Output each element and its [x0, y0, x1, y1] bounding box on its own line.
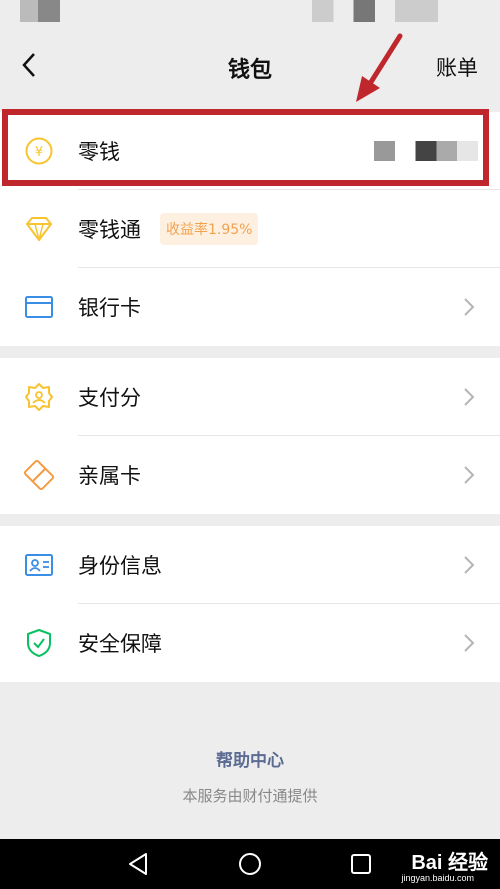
- watermark-url: jingyan.baidu.com: [401, 873, 474, 883]
- chevron-right-icon: [464, 466, 475, 484]
- family-card-icon: [23, 459, 55, 491]
- list-item-bank-card[interactable]: 银行卡: [0, 268, 500, 346]
- chevron-right-icon: [464, 388, 475, 406]
- help-center-link[interactable]: 帮助中心: [0, 746, 500, 771]
- status-redacted-left: [20, 0, 60, 22]
- list-item-pay-score[interactable]: 支付分: [0, 358, 500, 436]
- pay-score-icon: [23, 381, 55, 413]
- security-group: 身份信息 安全保障: [0, 526, 500, 682]
- list-item-identity[interactable]: 身份信息: [0, 526, 500, 604]
- yield-rate-badge: 收益率1.95%: [160, 213, 259, 245]
- services-group: 支付分 亲属卡: [0, 358, 500, 514]
- page-title: 钱包: [227, 58, 272, 83]
- list-item-label: 安全保障: [78, 632, 162, 656]
- bank-card-icon: [23, 291, 55, 323]
- chevron-right-icon: [464, 556, 475, 574]
- balance-redacted: [374, 141, 478, 161]
- bill-button[interactable]: 账单: [436, 52, 478, 82]
- list-item-change[interactable]: ¥ 零钱: [0, 112, 500, 190]
- shield-check-icon: [23, 627, 55, 659]
- top-header: 钱包 账单: [0, 24, 500, 108]
- provider-text: 本服务由财付通提供: [182, 787, 318, 805]
- nav-back-icon[interactable]: [126, 851, 152, 877]
- list-item-label: 零钱: [78, 140, 120, 164]
- list-item-security[interactable]: 安全保障: [0, 604, 500, 682]
- id-card-icon: [23, 549, 55, 581]
- watermark-brand: Bai 经验: [411, 852, 488, 874]
- list-item-label: 身份信息: [78, 554, 162, 578]
- chevron-right-icon: [464, 298, 475, 316]
- wallet-group: ¥ 零钱 零钱通 收益率1.95% 银行卡: [0, 112, 500, 346]
- nav-recents-icon[interactable]: [348, 851, 374, 877]
- list-item-label: 零钱通: [78, 218, 141, 242]
- svg-text:¥: ¥: [35, 145, 43, 160]
- nav-home-icon[interactable]: [237, 851, 263, 877]
- chevron-right-icon: [464, 634, 475, 652]
- status-bar: [0, 0, 500, 24]
- list-item-label: 银行卡: [78, 296, 141, 320]
- yen-coin-icon: ¥: [23, 135, 55, 167]
- status-redacted-right: [312, 0, 438, 22]
- diamond-icon: [23, 213, 55, 245]
- list-item-label: 亲属卡: [78, 464, 141, 488]
- list-item-change-plus[interactable]: 零钱通 收益率1.95%: [0, 190, 500, 268]
- annotation-arrow: [356, 33, 403, 102]
- list-item-family-card[interactable]: 亲属卡: [0, 436, 500, 514]
- list-item-label: 支付分: [78, 386, 141, 410]
